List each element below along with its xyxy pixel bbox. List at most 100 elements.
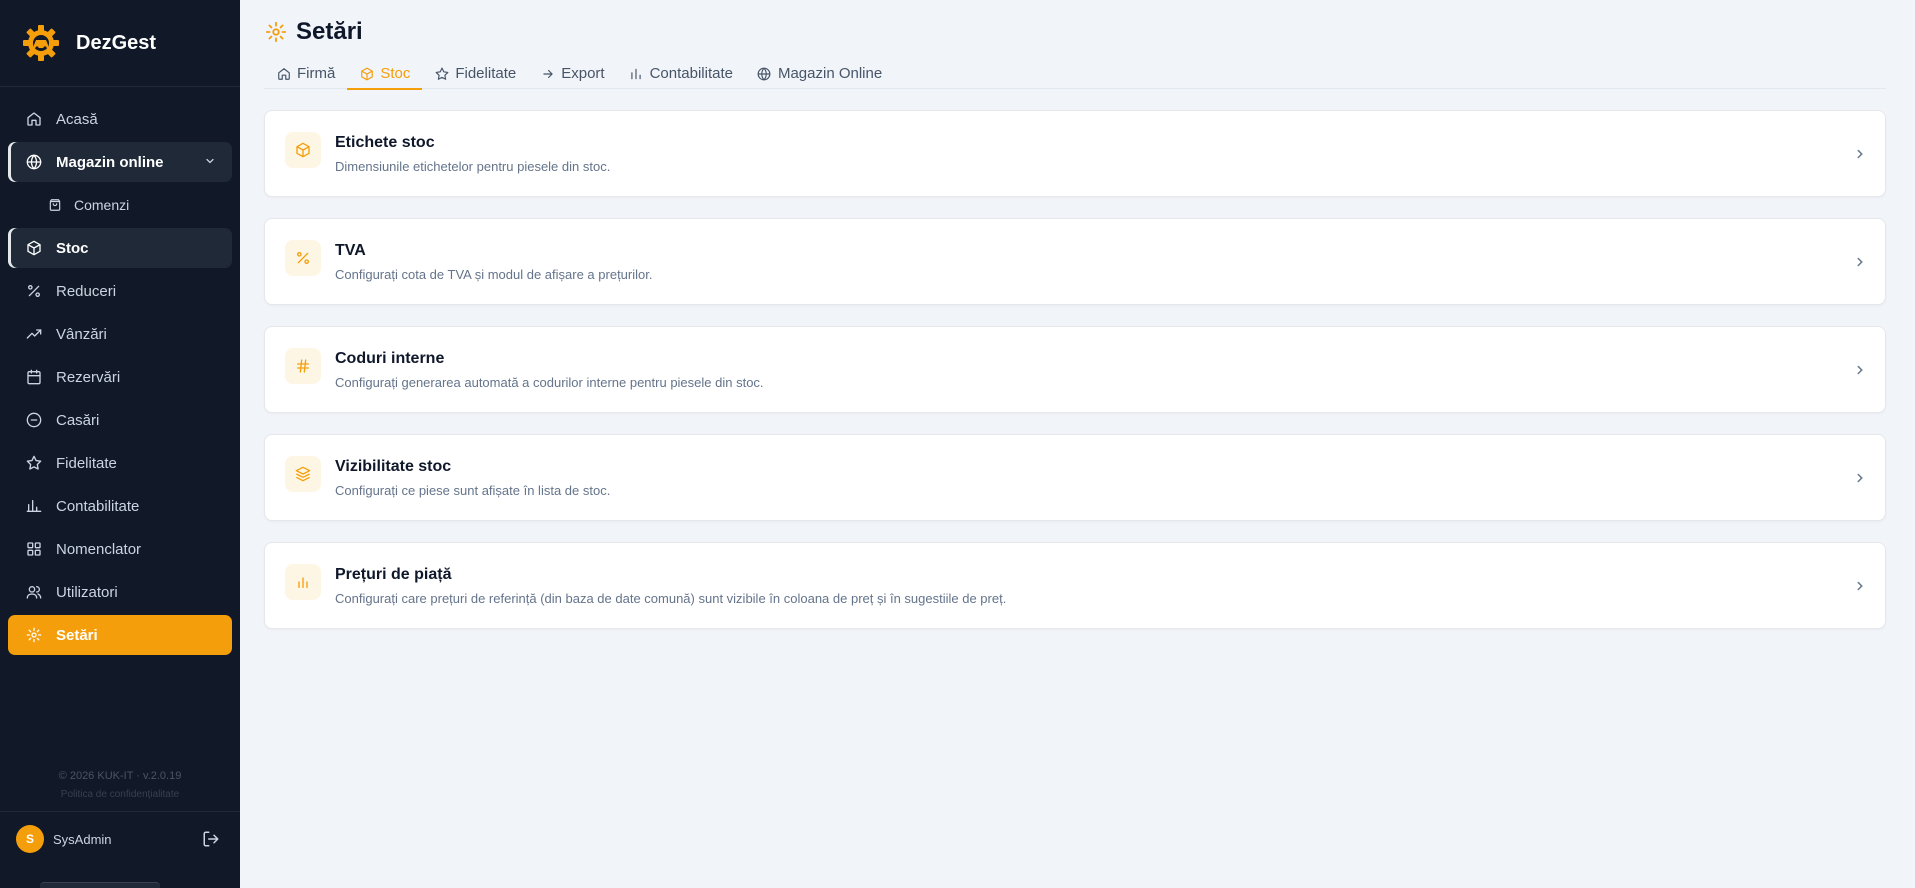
tab-firma[interactable]: Firmă (264, 58, 347, 89)
card-preturi-de-piata[interactable]: Prețuri de piață Configurați care prețur… (264, 542, 1886, 629)
sidebar-item-label: Reduceri (56, 282, 117, 300)
brand[interactable]: DezGest (0, 0, 240, 87)
home-icon (276, 66, 291, 81)
sidebar-item-label: Fidelitate (56, 454, 117, 472)
gear-icon (24, 625, 44, 645)
tab-magazin-online[interactable]: Magazin Online (745, 58, 894, 89)
card-coduri-interne[interactable]: Coduri interne Configurați generarea aut… (264, 326, 1886, 413)
card-description: Configurați ce piese sunt afișate în lis… (335, 483, 611, 498)
chevron-right-icon (1853, 255, 1867, 269)
tab-label: Contabilitate (649, 65, 733, 82)
arrow-right-icon (540, 66, 555, 81)
tab-export[interactable]: Export (528, 58, 616, 89)
tab-label: Magazin Online (777, 65, 883, 82)
sidebar-item-label: Comenzi (74, 197, 130, 213)
star-icon (24, 453, 44, 473)
sidebar-item-label: Acasă (56, 110, 98, 128)
chevron-right-icon (1853, 471, 1867, 485)
user-bar: S SysAdmin (0, 811, 240, 866)
sidebar-item-nomenclator[interactable]: Nomenclator (8, 529, 232, 569)
sidebar-item-rezervari[interactable]: Rezervări (8, 357, 232, 397)
logout-icon[interactable] (202, 830, 220, 848)
card-vizibilitate-stoc[interactable]: Vizibilitate stoc Configurați ce piese s… (264, 434, 1886, 521)
tab-label: Fidelitate (455, 65, 517, 82)
grid-icon (24, 539, 44, 559)
bar-chart-icon (629, 66, 644, 81)
sidebar-item-casari[interactable]: Casări (8, 400, 232, 440)
card-title: TVA (335, 242, 366, 259)
sidebar-item-label: Utilizatori (56, 583, 118, 601)
sidebar-item-stoc[interactable]: Stoc (8, 228, 232, 268)
gear-logo-icon (21, 23, 61, 63)
card-title: Prețuri de piață (335, 566, 452, 583)
sidebar-item-comenzi[interactable]: Comenzi (8, 185, 232, 225)
card-tva[interactable]: TVA Configurați cota de TVA și modul de … (264, 218, 1886, 305)
copyright-text: © 2026 KUK-IT · v.2.0.19 (58, 770, 182, 782)
layers-icon (285, 456, 321, 492)
tab-fidelitate[interactable]: Fidelitate (422, 58, 528, 89)
page-header: Setări (264, 18, 363, 46)
percent-icon (285, 240, 321, 276)
tab-label: Export (561, 65, 605, 82)
card-description: Configurați generarea automată a coduril… (335, 375, 764, 390)
tab-label: Firmă (297, 65, 336, 82)
chevron-down-icon[interactable] (204, 154, 216, 171)
card-description: Dimensiunile etichetelor pentru piesele … (335, 159, 611, 174)
box-icon (24, 238, 44, 258)
home-icon (24, 109, 44, 129)
chevron-right-icon (1853, 363, 1867, 377)
trending-up-icon (24, 324, 44, 344)
user-name: SysAdmin (53, 831, 112, 847)
chevron-right-icon (1853, 579, 1867, 593)
calendar-icon (24, 367, 44, 387)
card-title: Coduri interne (335, 350, 445, 367)
card-description: Configurați care prețuri de referință (d… (335, 591, 1007, 606)
sidebar-item-label: Contabilitate (56, 497, 140, 515)
card-title: Etichete stoc (335, 134, 435, 151)
sidebar-item-utilizatori[interactable]: Utilizatori (8, 572, 232, 612)
sidebar-item-acasa[interactable]: Acasă (8, 99, 232, 139)
sidebar-item-reduceri[interactable]: Reduceri (8, 271, 232, 311)
settings-tabs: Firmă Stoc Fidelitate Export Contabilita… (264, 58, 1886, 90)
shopping-bag-icon (46, 196, 64, 214)
box-icon (359, 66, 374, 81)
tab-stoc[interactable]: Stoc (347, 58, 423, 90)
avatar[interactable]: S (16, 825, 44, 853)
sidebar-item-label: Rezervări (56, 368, 121, 386)
sidebar-item-contabilitate[interactable]: Contabilitate (8, 486, 232, 526)
sidebar-item-label: Stoc (56, 239, 89, 257)
app-name: DezGest (76, 31, 157, 54)
bar-chart-icon (24, 496, 44, 516)
gear-icon (264, 20, 288, 44)
box-icon (285, 132, 321, 168)
bar-chart-icon (285, 564, 321, 600)
page-title: Setări (296, 18, 363, 45)
card-etichete-stoc[interactable]: Etichete stoc Dimensiunile etichetelor p… (264, 110, 1886, 197)
sidebar-item-magazin-online[interactable]: Magazin online (8, 142, 232, 182)
settings-cards: Etichete stoc Dimensiunile etichetelor p… (264, 110, 1886, 650)
sidebar-item-label: Nomenclator (56, 540, 142, 558)
sidebar-nav: Acasă Magazin online Comenzi Stoc Reduce… (8, 99, 232, 658)
sidebar-item-fidelitate[interactable]: Fidelitate (8, 443, 232, 483)
tab-contabilitate[interactable]: Contabilitate (617, 58, 745, 89)
main-content: Setări Firmă Stoc Fidelitate Export Cont… (240, 0, 1915, 888)
star-icon (434, 66, 449, 81)
sidebar-collapse-handle[interactable] (40, 882, 160, 888)
tab-label: Stoc (380, 65, 411, 82)
sidebar-item-label: Magazin online (56, 153, 164, 171)
card-title: Vizibilitate stoc (335, 458, 452, 475)
minus-circle-icon (24, 410, 44, 430)
sidebar-item-vanzari[interactable]: Vânzări (8, 314, 232, 354)
privacy-policy-link[interactable]: Politica de confidențialitate (0, 789, 240, 800)
sidebar-item-label: Casări (56, 411, 100, 429)
sidebar-item-setari[interactable]: Setări (8, 615, 232, 655)
sidebar-item-label: Setări (56, 626, 98, 644)
users-icon (24, 582, 44, 602)
sidebar: DezGest Acasă Magazin online Comenzi Sto… (0, 0, 240, 888)
globe-icon (24, 152, 44, 172)
globe-icon (757, 66, 772, 81)
chevron-right-icon (1853, 147, 1867, 161)
hash-icon (285, 348, 321, 384)
card-description: Configurați cota de TVA și modul de afiș… (335, 267, 653, 282)
sidebar-item-label: Vânzări (56, 325, 107, 343)
